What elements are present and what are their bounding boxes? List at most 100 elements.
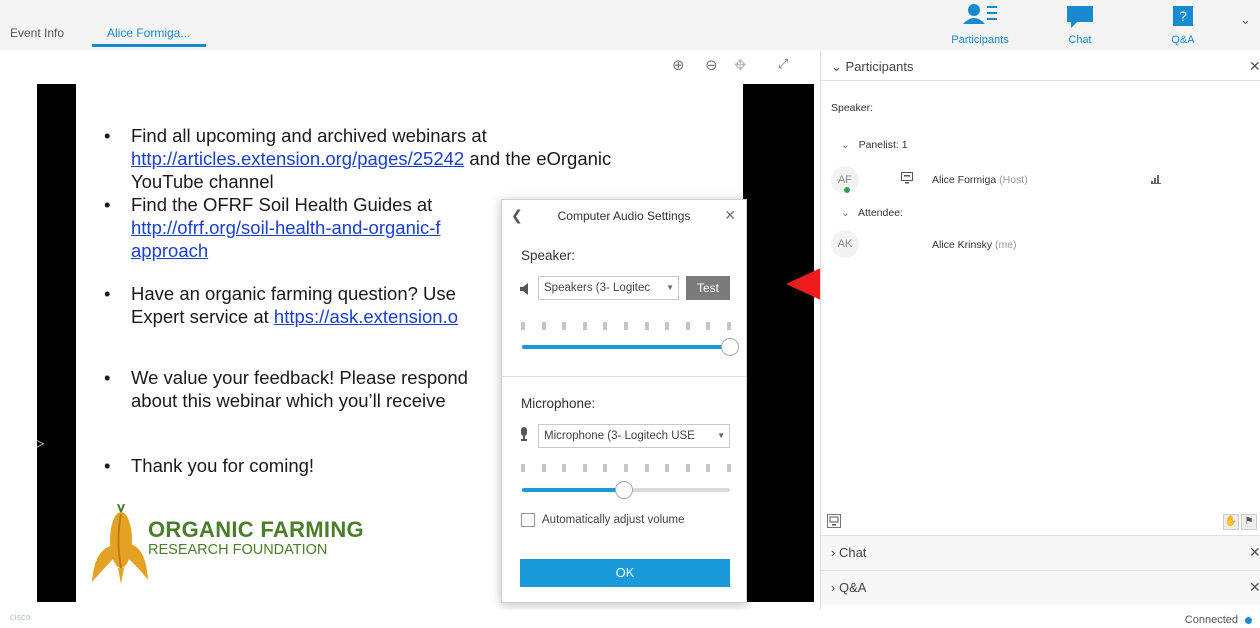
participants-panel-button[interactable]: Participants — [935, 0, 1025, 50]
level-tick — [541, 464, 546, 472]
chat-icon — [1067, 6, 1093, 28]
corn-logo-icon — [92, 504, 148, 584]
top-bar: Event Info Alice Formiga... Participants… — [0, 0, 1260, 50]
expand-icon[interactable]: ⤢ — [778, 56, 788, 72]
slide-text: We value your feedback! Please respond — [131, 367, 468, 388]
tab-event-info[interactable]: Event Info — [10, 26, 64, 40]
logo-subtitle: RESEARCH FOUNDATION — [148, 542, 328, 558]
soil-guide-link[interactable]: http://ofrf.org/soil-health-and-organic-… — [131, 217, 441, 239]
chat-collapsed-panel[interactable]: › Chat ✕ — [821, 535, 1260, 570]
pan-icon[interactable]: ✥ — [734, 56, 747, 74]
auto-adjust-checkbox[interactable] — [521, 513, 535, 527]
level-tick — [706, 464, 711, 472]
microphone-volume-fill — [522, 488, 624, 492]
participants-panel: ⌄ Participants ✕ Speaker: ⌄ Panelist: 1 … — [820, 50, 1260, 610]
speaker-volume-slider[interactable] — [522, 345, 730, 349]
level-tick — [685, 322, 690, 330]
slide-text: Find the OFRF Soil Health Guides at — [131, 194, 433, 215]
level-tick — [603, 322, 608, 330]
slide-text: Thank you for coming! — [131, 455, 315, 476]
zoom-in-icon[interactable]: ⊕ — [672, 56, 685, 74]
chevron-down-icon: ⌄ — [831, 59, 842, 74]
panelist-group-label: Panelist: 1 — [858, 139, 908, 151]
slide-text: Find all upcoming and archived webinars … — [131, 125, 487, 146]
participants-icon — [963, 4, 997, 24]
microphone-label: Microphone: — [521, 396, 596, 411]
webinar-link[interactable]: http://articles.extension.org/pages/2524… — [131, 148, 464, 169]
close-panel-icon[interactable]: ✕ — [1249, 58, 1260, 75]
level-tick — [562, 322, 567, 330]
slide-line: Expert service at https://ask.extension.… — [131, 306, 458, 328]
speaker-volume-thumb[interactable] — [721, 338, 739, 356]
speaker-volume-fill — [522, 345, 730, 349]
slide-text: Have an organic farming question? Use — [131, 283, 456, 304]
presenter-icon — [901, 172, 913, 184]
close-icon[interactable]: ✕ — [1249, 544, 1260, 561]
auto-adjust-label: Automatically adjust volume — [542, 514, 685, 526]
qa-collapsed-text: Q&A — [838, 580, 867, 595]
participant-name: Alice Formiga — [932, 174, 997, 186]
chevron-down-icon: ⌄ — [841, 207, 850, 219]
tab-presenter[interactable]: Alice Formiga... — [107, 26, 190, 40]
slide-text: about this webinar which you’ll receive — [131, 390, 446, 411]
chevron-down-icon: ▼ — [717, 431, 725, 440]
feedback-icon[interactable]: ⚑ — [1241, 514, 1257, 530]
participants-header[interactable]: ⌄ Participants — [831, 59, 913, 75]
microphone-select[interactable]: Microphone (3- Logitech USE ▼ — [538, 424, 730, 448]
level-tick — [603, 464, 608, 472]
qa-collapsed-panel[interactable]: › Q&A ✕ — [821, 570, 1260, 605]
participant-row[interactable]: Alice Krinsky (me) — [932, 239, 1017, 251]
zoom-out-icon[interactable]: ⊖ — [705, 56, 718, 74]
level-tick — [644, 464, 649, 472]
participant-name: Alice Krinsky — [932, 239, 993, 251]
chevron-down-icon: ▼ — [666, 283, 674, 292]
speaker-section-label: Speaker: — [831, 102, 874, 114]
avatar: AK — [831, 230, 859, 258]
level-tick — [541, 322, 546, 330]
attendee-group-header[interactable]: ⌄ Attendee: — [841, 207, 903, 219]
ask-expert-link[interactable]: https://ask.extension.o — [274, 306, 458, 327]
chat-panel-label: Chat — [1068, 34, 1092, 46]
close-icon[interactable]: ✕ — [724, 207, 736, 224]
speaker-level-meter — [521, 322, 731, 330]
chat-panel-button[interactable]: Chat — [1035, 0, 1125, 50]
level-tick — [665, 464, 670, 472]
chat-collapsed-text: Chat — [838, 545, 867, 560]
dialog-divider — [502, 376, 746, 377]
participants-panel-label: Participants — [951, 34, 1009, 46]
participant-row[interactable]: Alice Formiga (Host) — [932, 174, 1028, 186]
chat-collapsed-label: › Chat — [831, 545, 867, 560]
microphone-icon — [521, 427, 527, 441]
level-tick — [644, 322, 649, 330]
close-icon[interactable]: ✕ — [1249, 579, 1260, 596]
qa-panel-button[interactable]: ? Q&A — [1138, 0, 1228, 50]
chevron-down-icon[interactable]: ⌄ — [1240, 12, 1251, 28]
microphone-volume-thumb[interactable] — [614, 481, 633, 499]
audio-settings-dialog: ❮ Computer Audio Settings ✕ Speaker: Spe… — [501, 199, 747, 603]
panelist-group-header[interactable]: ⌄ Panelist: 1 — [841, 139, 908, 151]
slide-line: http://articles.extension.org/pages/2524… — [131, 148, 611, 170]
chevron-down-icon: ⌄ — [841, 139, 850, 151]
level-tick — [582, 322, 587, 330]
qa-panel-label: Q&A — [1171, 34, 1195, 46]
participants-header-label: Participants — [845, 59, 914, 74]
level-tick — [624, 464, 628, 472]
microphone-device: Microphone (3- Logitech USE — [544, 430, 695, 442]
share-icon[interactable] — [827, 514, 841, 528]
test-speaker-button[interactable]: Test — [686, 276, 730, 300]
speaker-select[interactable]: Speakers (3- Logitec ▼ — [538, 276, 679, 300]
raise-hand-icon[interactable]: ✋ — [1223, 514, 1239, 530]
soil-guide-link-cont[interactable]: approach — [131, 240, 208, 262]
connection-status: Connected — [1184, 614, 1238, 626]
slide-text: YouTube channel — [131, 171, 274, 192]
bullet-dot: • — [104, 125, 111, 146]
level-tick — [562, 464, 567, 472]
speaker-icon — [520, 283, 528, 295]
qa-collapsed-label: › Q&A — [831, 580, 867, 595]
online-status-icon — [842, 185, 852, 195]
bullet-dot: • — [104, 283, 111, 304]
ok-button[interactable]: OK — [520, 559, 730, 587]
level-tick — [727, 322, 731, 330]
dialog-title: Computer Audio Settings — [557, 209, 691, 223]
level-tick — [521, 322, 525, 330]
